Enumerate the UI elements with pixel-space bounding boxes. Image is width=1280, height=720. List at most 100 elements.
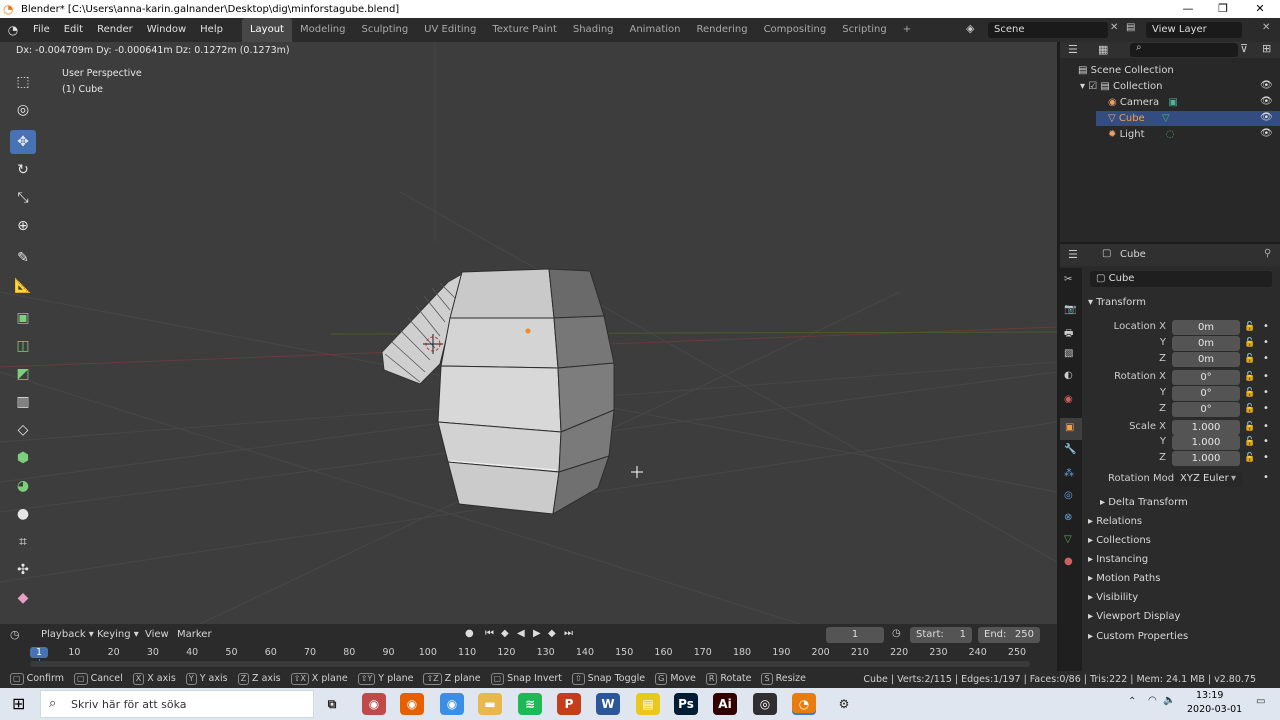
constraints-tab-icon[interactable]: ⊗ <box>1064 512 1072 523</box>
measure-tool-icon[interactable]: 📐 <box>10 274 36 298</box>
rotate-tool-icon[interactable]: ↻ <box>10 158 36 182</box>
scale-z-field[interactable]: 1.000 <box>1172 451 1240 466</box>
new-collection-icon[interactable]: ⊞ <box>1262 42 1271 55</box>
view-layer-selector[interactable]: View Layer <box>1146 22 1242 38</box>
object-tab-icon[interactable]: ▣ <box>1065 422 1074 433</box>
menu-file[interactable]: File <box>26 18 57 42</box>
lock-icon[interactable]: 🔓 <box>1244 338 1255 348</box>
prev-keyframe-icon[interactable]: ◆ <box>501 628 509 639</box>
render-tab-icon[interactable]: 📷 <box>1064 304 1076 315</box>
minimize-button[interactable]: — <box>1170 0 1206 18</box>
editor-type-icon[interactable]: ☰ <box>1068 43 1078 56</box>
collections-panel[interactable]: ▸ Collections <box>1088 535 1151 546</box>
use-preview-range-icon[interactable]: ◷ <box>892 628 901 639</box>
lock-icon[interactable]: 🔓 <box>1244 404 1255 414</box>
keyframe-dot-icon[interactable]: • <box>1263 353 1269 364</box>
rotation-mode-dropdown[interactable]: XYZ Euler ▾ <box>1174 471 1242 487</box>
play-icon[interactable]: ▶ <box>533 628 541 639</box>
timeline-editor-icon[interactable]: ◷ <box>10 628 20 641</box>
tool-tab-icon[interactable]: ✂ <box>1064 274 1072 285</box>
keyframe-dot-icon[interactable]: • <box>1263 472 1269 483</box>
instancing-panel[interactable]: ▸ Instancing <box>1088 554 1148 565</box>
outliner-row-collection[interactable]: ▾ ☑ ▤ Collection <box>1080 81 1162 92</box>
workspace-tab-uv-editing[interactable]: UV Editing <box>416 18 484 42</box>
blender-taskbar-icon[interactable]: ◔ <box>792 693 816 715</box>
lock-icon[interactable]: 🔓 <box>1244 354 1255 364</box>
powerpoint-taskbar-icon[interactable]: P <box>557 693 581 715</box>
chrome-canary-taskbar-icon[interactable]: ◉ <box>362 693 386 715</box>
visibility-eye-icon[interactable]: 👁 <box>1260 96 1273 107</box>
material-tab-icon[interactable]: ● <box>1064 556 1073 567</box>
workspace-tab-scripting[interactable]: Scripting <box>834 18 894 42</box>
object-name-field[interactable]: ▢ Cube <box>1090 271 1272 287</box>
bevel-tool-icon[interactable]: ◩ <box>10 362 36 386</box>
cursor-tool-icon[interactable]: ◎ <box>10 98 36 122</box>
task-view-taskbar-icon[interactable]: ⧉ <box>320 693 344 715</box>
lock-icon[interactable]: 🔓 <box>1244 388 1255 398</box>
sticky-notes-taskbar-icon[interactable]: ▤ <box>636 693 660 715</box>
timeline-ruler[interactable]: 1 10 20 30 40 50 60 70 80 90 100 110 120 130 140 150 160… <box>0 645 1057 661</box>
output-tab-icon[interactable]: 🖶 <box>1064 326 1073 343</box>
scale-y-field[interactable]: 1.000 <box>1172 435 1240 450</box>
display-mode-icon[interactable]: ▦ <box>1098 43 1108 56</box>
keyframe-dot-icon[interactable]: • <box>1263 387 1269 398</box>
viewport-display-panel[interactable]: ▸ Viewport Display <box>1088 611 1180 622</box>
wifi-icon[interactable]: ◠ <box>1148 695 1157 706</box>
physics-tab-icon[interactable]: ◎ <box>1064 490 1073 501</box>
workspace-tab-layout[interactable]: Layout <box>241 18 292 42</box>
marker-menu[interactable]: Marker <box>177 629 212 640</box>
close-scene-icon[interactable]: ✕ <box>1110 22 1118 33</box>
end-frame-field[interactable]: End: 250 <box>978 627 1040 643</box>
workspace-tab-animation[interactable]: Animation <box>622 18 689 42</box>
start-frame-field[interactable]: Start: 1 <box>910 627 972 643</box>
relations-panel[interactable]: ▸ Relations <box>1088 516 1142 527</box>
visibility-eye-icon[interactable]: 👁 <box>1260 112 1273 123</box>
rotation-z-field[interactable]: 0° <box>1172 402 1240 417</box>
disclosure-triangle-icon[interactable]: ▾ <box>1080 81 1085 92</box>
keyframe-dot-icon[interactable]: • <box>1263 452 1269 463</box>
rotation-x-field[interactable]: 0° <box>1172 370 1240 385</box>
chrome-taskbar-icon[interactable]: ◉ <box>440 693 464 715</box>
workspace-tab-compositing[interactable]: Compositing <box>756 18 835 42</box>
lock-icon[interactable]: 🔓 <box>1244 422 1255 432</box>
menu-window[interactable]: Window <box>140 18 193 42</box>
jump-end-icon[interactable]: ⏭ <box>564 628 573 639</box>
visibility-eye-icon[interactable]: 👁 <box>1260 80 1273 91</box>
windows-start-icon[interactable]: ⊞ <box>12 694 25 713</box>
illustrator-taskbar-icon[interactable]: Ai <box>713 693 737 715</box>
loop-cut-tool-icon[interactable]: ▥ <box>10 390 36 414</box>
3d-viewport[interactable]: Dx: -0.004709m Dy: -0.000641m Dz: 0.1272… <box>0 42 1057 624</box>
keyframe-dot-icon[interactable]: • <box>1263 337 1269 348</box>
blender-menu-icon[interactable]: ◔ <box>0 23 26 37</box>
keyframe-dot-icon[interactable]: • <box>1263 403 1269 414</box>
record-icon[interactable]: ● <box>465 628 474 639</box>
maximize-button[interactable]: ❐ <box>1205 0 1241 18</box>
jump-start-icon[interactable]: ⏮ <box>485 628 494 639</box>
spin-tool-icon[interactable]: ◕ <box>10 474 36 498</box>
word-taskbar-icon[interactable]: W <box>596 693 620 715</box>
select-box-tool-icon[interactable]: ⬚ <box>10 70 36 94</box>
checkbox-icon[interactable]: ☑ <box>1088 81 1097 92</box>
lock-icon[interactable]: 🔓 <box>1244 437 1255 447</box>
menu-edit[interactable]: Edit <box>57 18 90 42</box>
workspace-tab-sculpting[interactable]: Sculpting <box>353 18 416 42</box>
scene-tab-icon[interactable]: ◐ <box>1064 370 1073 381</box>
extrude-tool-icon[interactable]: ▣ <box>10 306 36 330</box>
taskbar-search-box[interactable]: ⌕ Skriv här för att söka <box>40 690 314 718</box>
next-keyframe-icon[interactable]: ◆ <box>548 628 556 639</box>
outliner-row-scene-collection[interactable]: ▤ Scene Collection <box>1078 65 1174 76</box>
lock-icon[interactable]: 🔓 <box>1244 453 1255 463</box>
delta-transform-subpanel[interactable]: ▸ Delta Transform <box>1100 497 1188 508</box>
workspace-tab-shading[interactable]: Shading <box>565 18 622 42</box>
workspace-tab-rendering[interactable]: Rendering <box>688 18 755 42</box>
pin-icon[interactable]: ⚲ <box>1264 248 1271 259</box>
menu-help[interactable]: Help <box>193 18 230 42</box>
data-tab-icon[interactable]: ▽ <box>1064 534 1072 545</box>
shear-tool-icon[interactable]: ◆ <box>10 586 36 610</box>
location-y-field[interactable]: 0m <box>1172 336 1240 351</box>
keying-menu[interactable]: Keying ▾ <box>97 629 139 640</box>
annotate-tool-icon[interactable]: ✎ <box>10 246 36 270</box>
visibility-eye-icon[interactable]: 👁 <box>1260 128 1273 139</box>
custom-properties-panel[interactable]: ▸ Custom Properties <box>1088 631 1188 642</box>
poly-build-tool-icon[interactable]: ⬢ <box>10 446 36 470</box>
